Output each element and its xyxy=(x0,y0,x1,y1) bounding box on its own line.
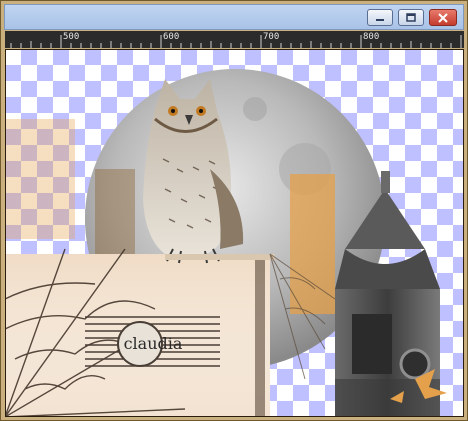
close-icon xyxy=(438,12,448,23)
dark-panel xyxy=(95,169,135,259)
minimize-icon xyxy=(376,18,384,21)
close-button[interactable] xyxy=(429,9,457,26)
ruler-label-700: 700 xyxy=(263,32,280,42)
perch xyxy=(165,254,275,260)
image-window: 500 600 700 800 claudia xyxy=(0,0,468,421)
halloween-artwork: claudia xyxy=(5,69,447,417)
orange-panel xyxy=(290,174,335,314)
signature-text: claudia xyxy=(124,334,183,353)
title-bar[interactable] xyxy=(4,4,464,30)
image-canvas[interactable]: claudia xyxy=(5,49,464,417)
horizontal-ruler[interactable]: 500 600 700 800 xyxy=(5,31,464,48)
maximize-button[interactable] xyxy=(398,9,424,26)
maximize-icon xyxy=(406,12,416,22)
minimize-button[interactable] xyxy=(367,9,393,26)
ruler-label-800: 800 xyxy=(363,32,380,42)
ruler-label-500: 500 xyxy=(63,32,80,42)
orange-wash-left xyxy=(5,119,75,239)
ruler-label-600: 600 xyxy=(163,32,180,42)
